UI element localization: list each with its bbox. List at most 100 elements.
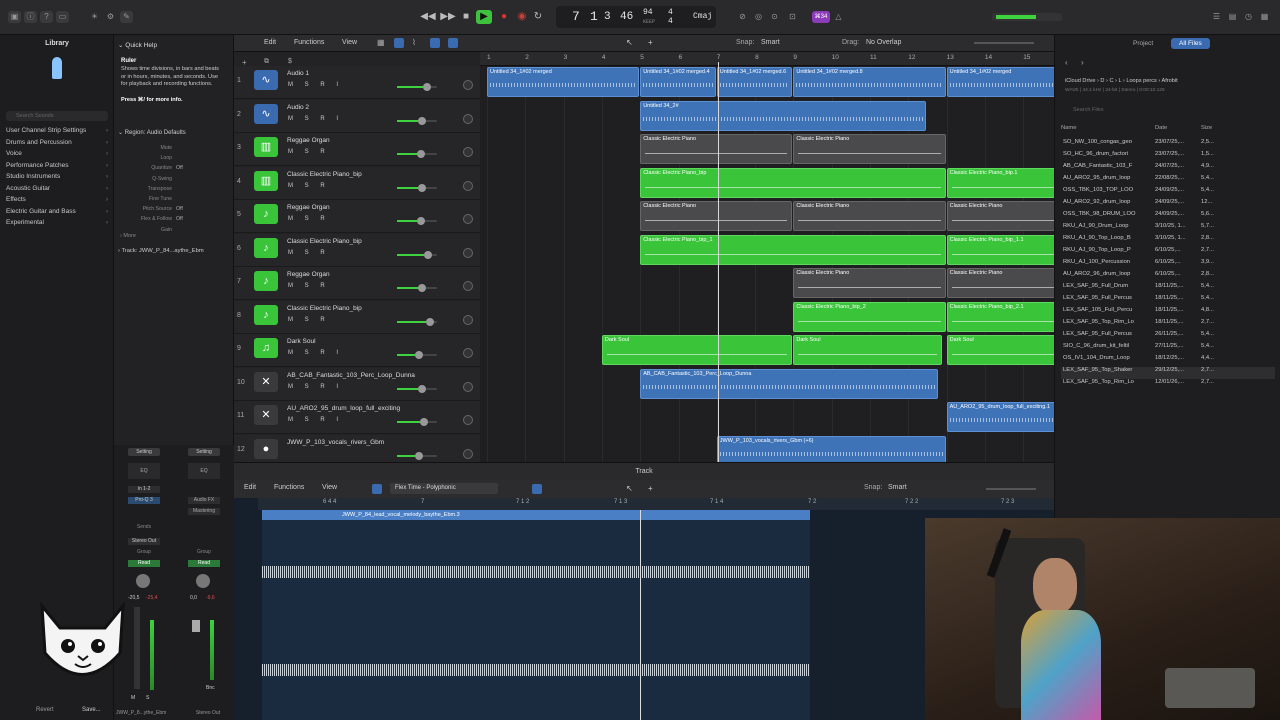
tempo-value[interactable]: 94 [643,8,653,17]
region[interactable]: Untitled 34_1#02 merged [946,67,1054,97]
sliders-icon[interactable]: ⚙ [104,11,117,23]
file-row[interactable]: AU_ARO2_96_drum_loop 6/10/25,... 2,8... [1061,271,1275,283]
track-header[interactable]: 3 ▥ Reggae Organ M S R [234,133,480,166]
strip2-group[interactable]: Group [188,549,220,555]
region[interactable]: Dark Soul [946,335,1054,365]
strip1-setting[interactable]: Setting [128,448,160,456]
volume-knob[interactable] [415,451,423,460]
track-name[interactable]: Dark Soul [287,338,316,345]
volume-slider[interactable] [397,351,437,359]
col-name[interactable]: Name [1061,125,1076,131]
strip2-plugin1[interactable]: Audio FX [188,497,220,504]
more-toggle[interactable]: › More [120,233,136,239]
track-header[interactable]: 10 ✕ AB_CAB_Fantastic_103_Perc_Loop_Dunna M… [234,367,480,401]
track-header[interactable]: 11 ✕ AU_ARO2_95_drum_loop_full_exciting M S… [234,401,480,434]
list-editor-icon[interactable]: ☰ [1210,11,1223,23]
volume-knob[interactable] [416,217,425,225]
strip2-pan-knob[interactable] [196,574,210,588]
track-mute-solo-buttons[interactable]: M S R I [288,82,343,88]
quick-help-icon[interactable]: ? [40,11,53,23]
region[interactable]: Dark Soul [793,335,942,365]
track-header[interactable]: 8 ♪ Classic Electric Piano_bip M S R [234,300,480,334]
volume-knob[interactable] [418,384,426,393]
editor-edit-menu[interactable]: Edit [244,484,256,491]
playhead[interactable] [718,62,719,462]
capture-record-icon[interactable]: ◉ [514,10,530,24]
forward-nav-icon[interactable]: › [1081,58,1084,67]
strip1-mute[interactable]: M [131,695,135,701]
count-in-icon[interactable]: ⊙ [768,11,781,23]
track-mute-solo-buttons[interactable]: M S R [288,149,330,155]
track-header[interactable]: 6 ♪ Classic Electric Piano_bip M S R [234,233,480,267]
col-size[interactable]: Size [1201,125,1212,131]
file-row[interactable]: AB_CAB_Fantastic_103_F 24/07/25,... 4,9... [1061,163,1275,175]
loop-browser-icon[interactable]: ◷ [1242,11,1255,23]
volume-knob[interactable] [415,351,423,359]
strip1-group[interactable]: Group [128,549,160,555]
strip1-eq[interactable]: EQ [128,463,160,479]
editor-playhead[interactable] [640,510,641,720]
functions-menu[interactable]: Functions [294,39,324,46]
cycle-icon[interactable]: ↻ [530,10,546,24]
strip2-fader[interactable] [192,620,200,632]
file-row[interactable]: LEX_SAF_95_Full_Drum 18/11/25,... 5,4... [1061,283,1275,295]
grid-icon[interactable]: ▦ [377,38,387,48]
merge-icon[interactable] [430,38,440,48]
flex-mode-select[interactable]: Flex Time - Polyphonic [390,483,498,494]
file-row[interactable]: SO_NW_100_congas_geo 23/07/25,... 2,5... [1061,139,1275,151]
param-value[interactable]: Off [176,165,183,171]
track-mute-solo-buttons[interactable]: M S R [288,216,330,222]
region[interactable]: Untitled 34_1#02 merged.8 [793,67,946,97]
strip1-plugin[interactable]: Pro-Q 3 [128,497,160,504]
view-menu[interactable]: View [342,39,357,46]
strip2-setting[interactable]: Setting [188,448,220,456]
track-name[interactable]: AU_ARO2_95_drum_loop_full_exciting [287,405,400,412]
performance-badge[interactable]: ⌘34 [812,11,830,23]
toolbar-icon[interactable]: ▭ [56,11,69,23]
volume-knob[interactable] [418,183,426,192]
tab-project[interactable]: Project [1133,40,1153,47]
volume-knob[interactable] [422,83,431,91]
pan-knob[interactable] [463,448,473,459]
track-name[interactable]: JWW_P_103_vocals_rivers_Gbm [287,439,384,446]
lcd-display[interactable]: 7 1 3 46 94 KEEP 4 4 Cmaj [556,6,716,28]
edit-menu[interactable]: Edit [264,39,276,46]
region[interactable]: Classic Electric Piano [793,201,946,231]
volume-slider[interactable] [397,317,437,326]
track-name[interactable]: Reggae Organ [287,137,330,144]
tuner-icon[interactable]: ⊘ [736,11,749,23]
track-mute-solo-buttons[interactable]: M S R [288,317,330,323]
library-item[interactable]: Studio Instruments › [6,173,110,180]
volume-knob[interactable] [418,116,426,125]
region[interactable]: Classic Electric Piano [793,268,946,298]
strip1-solo[interactable]: S [146,695,149,701]
region[interactable]: AB_CAB_Fantastic_103_Perc_Loop_Dunna [640,368,938,399]
file-row[interactable]: OSS_TBK_98_DRUM_LOO 24/09/25,... 5,6... [1061,211,1275,223]
col-date[interactable]: Date [1155,125,1167,131]
volume-slider[interactable] [397,384,437,393]
track-mute-solo-buttons[interactable]: M S R I [288,417,343,423]
volume-slider[interactable] [397,83,437,91]
duplicate-track-icon[interactable]: ⧉ [264,58,269,66]
region[interactable]: Untitled 34_1#02 merged.4 [640,67,716,97]
track-mute-solo-buttons[interactable]: M S R [288,283,330,289]
warning-icon[interactable]: △ [832,11,845,23]
pan-knob[interactable] [463,113,473,124]
arrange-area[interactable]: Untitled 34_1#02 merged Untitled 34_1#02 … [480,52,1054,462]
pencil-icon[interactable]: ✎ [120,11,133,23]
track-mute-solo-buttons[interactable]: M S R I [288,384,343,390]
file-row[interactable]: RKU_AJ_100_Percussion 6/10/25,... 3,9... [1061,259,1275,271]
editor-snap-icon[interactable] [532,484,542,494]
file-row[interactable]: OSS_TBK_103_TOP_LOO 24/09/25,... 5,4... [1061,187,1275,199]
region[interactable]: Untitled 34_2# [640,100,927,131]
file-row[interactable]: LEX_SAF_105_Full_Percu 18/11/25,... 4,8... [1061,307,1275,319]
file-row[interactable]: RKU_AJ_90_Top_Loop_P 6/10/25,... 2,7... [1061,247,1275,259]
play-button[interactable]: ▶ [476,10,492,24]
inspector-icon[interactable]: ⓘ [24,11,37,23]
editor-pointer-icon[interactable]: ↖ [626,484,633,493]
volume-knob[interactable] [418,284,426,292]
file-row[interactable]: LEX_SAF_95_Top_Rim_Lo 12/01/26,... 2,7... [1061,379,1275,391]
file-search-input[interactable]: Search Files [1063,107,1263,116]
volume-knob[interactable] [425,317,434,326]
track-header[interactable]: 2 ∿ Audio 2 M S R I [234,99,480,133]
